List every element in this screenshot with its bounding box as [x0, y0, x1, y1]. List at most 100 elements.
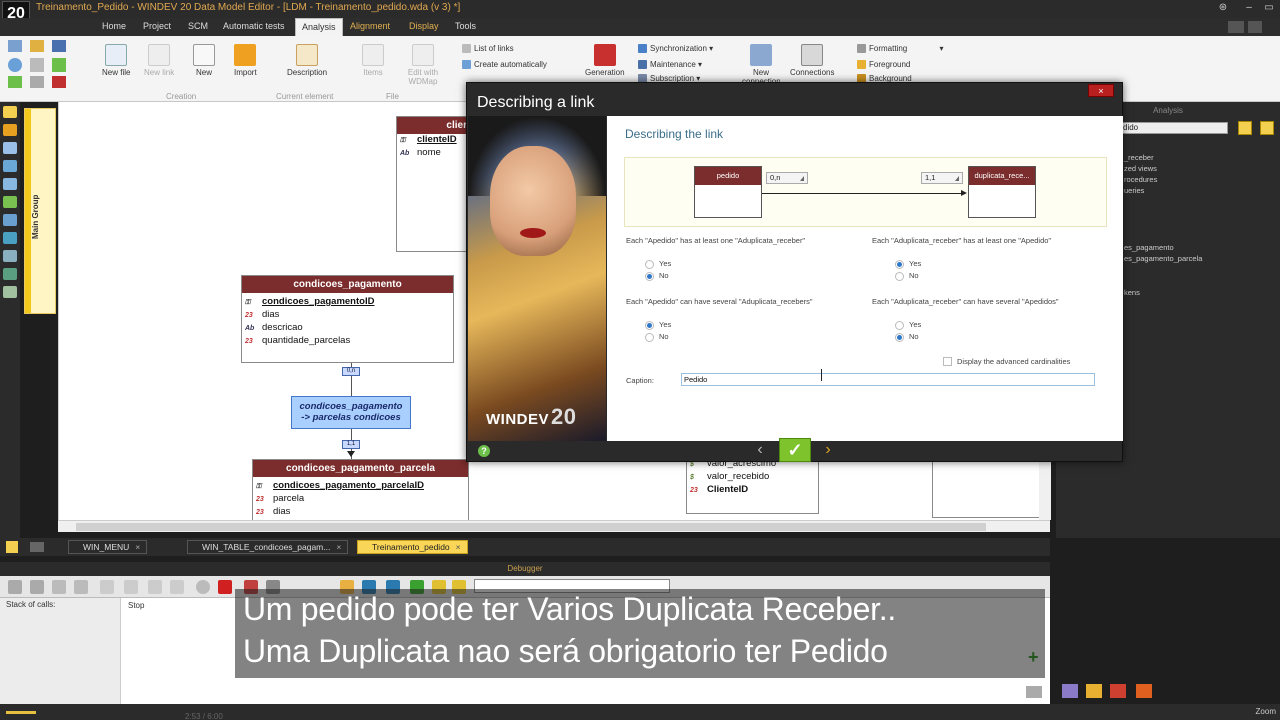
debug-kill-icon[interactable] [218, 580, 232, 594]
panel-action-icon-2[interactable] [1260, 121, 1274, 135]
trigger-tool-icon[interactable] [3, 232, 17, 244]
main-group-tab[interactable]: Main Group [24, 108, 56, 314]
connection-tool-icon[interactable] [3, 214, 17, 226]
menu-scm[interactable]: SCM [188, 21, 208, 31]
panel-tool-icon-3[interactable] [1110, 684, 1126, 698]
maximize-icon[interactable]: ▭ [1262, 2, 1276, 14]
q1-right-yes-radio[interactable]: Yes [895, 259, 921, 269]
items-button[interactable]: Items [362, 44, 384, 77]
shape-tool-icon[interactable] [3, 286, 17, 298]
q2-right-yes-radio[interactable]: Yes [895, 320, 921, 330]
open-icon[interactable] [30, 40, 44, 52]
new-doc-icon[interactable] [8, 40, 22, 52]
tab-win-table[interactable]: WIN_TABLE_condicoes_pagam... × [187, 540, 349, 554]
field-condicoes-pagamentoid[interactable]: ⚿ condicoes_pagamentoID [242, 296, 453, 309]
panel-item[interactable]: kens [1124, 288, 1140, 297]
q1-left-yes-radio[interactable]: Yes [645, 259, 671, 269]
panel-item[interactable]: es_pagamento_parcela [1124, 254, 1202, 263]
view-tool-icon[interactable] [3, 178, 17, 190]
menu-home[interactable]: Home [102, 21, 126, 31]
debug-stop-icon[interactable] [52, 580, 66, 594]
q1-left-no-radio[interactable]: No [645, 271, 669, 281]
list-of-links-button[interactable]: List of links [462, 44, 514, 54]
menu-automatic-tests[interactable]: Automatic tests [223, 21, 285, 31]
table-tool-icon[interactable] [3, 142, 17, 154]
cardinality-top[interactable]: 0,n [342, 367, 360, 376]
horizontal-scrollbar[interactable] [58, 520, 1050, 532]
scrollbar-thumb[interactable] [76, 523, 986, 531]
debug-step-icon[interactable] [30, 580, 44, 594]
q2-left-no-radio[interactable]: No [645, 332, 669, 342]
watch-icon[interactable] [1026, 686, 1042, 698]
help-icon[interactable]: ⊛ [1216, 2, 1230, 14]
menu-tools[interactable]: Tools [455, 21, 476, 31]
new-link-button[interactable]: New link [144, 44, 174, 77]
panel-tool-icon[interactable] [1062, 684, 1078, 698]
analysis-select[interactable]: dido [1120, 122, 1228, 134]
field-quantidade-parcelas[interactable]: 23 quantidade_parcelas [242, 335, 453, 348]
menu-alignment[interactable]: Alignment [350, 21, 390, 31]
debug-breakpoint-icon[interactable] [196, 580, 210, 594]
preview-card-right[interactable]: 1,1 [921, 172, 963, 184]
field-clienteid-fk[interactable]: 23 ClienteID [687, 484, 818, 497]
q1-right-no-radio[interactable]: No [895, 271, 919, 281]
panel-item[interactable]: rocedures [1124, 175, 1157, 184]
field-clienteid[interactable]: ⚿ clienteID [397, 134, 475, 147]
search-icon[interactable] [1228, 21, 1244, 33]
query-tool-icon[interactable] [3, 160, 17, 172]
caption-input[interactable] [681, 373, 1095, 386]
field-descricao[interactable]: Ab descricao [242, 322, 453, 335]
zoom-label[interactable]: Zoom [1256, 707, 1276, 716]
field-condicoes-pagamento-parcelaid[interactable]: ⚿ condicoes_pagamento_parcelaID [253, 480, 468, 493]
panel-item[interactable]: _receber [1124, 153, 1154, 162]
debug-into-icon[interactable] [100, 580, 114, 594]
panel-item[interactable]: ueries [1124, 186, 1144, 195]
synchronization-button[interactable]: Synchronization ▾ [638, 44, 713, 54]
new-button[interactable]: New [193, 44, 215, 77]
redo-icon[interactable] [30, 76, 44, 88]
field-dias[interactable]: 23 dias [242, 309, 453, 322]
close-icon[interactable]: × [135, 542, 140, 552]
vertical-scrollbar[interactable] [1039, 462, 1051, 520]
tab-win-menu[interactable]: WIN_MENU × [68, 540, 148, 554]
field-parcela[interactable]: 23 parcela [253, 493, 468, 506]
field-nome[interactable]: Ab nome [397, 147, 475, 160]
relation-condicoes-parcelas[interactable]: condicoes_pagamento -> parcelas condicoe… [291, 396, 411, 429]
advanced-cardinalities-checkbox[interactable]: Display the advanced cardinalities [943, 357, 1070, 366]
table-condicoes-pagamento-parcela[interactable]: condicoes_pagamento_parcela ⚿ condicoes_… [252, 459, 469, 521]
table-condicoes-pagamento[interactable]: condicoes_pagamento ⚿ condicoes_pagament… [241, 275, 454, 363]
help-button[interactable]: ? [478, 445, 490, 457]
debug-cursor-icon[interactable] [170, 580, 184, 594]
panel-item[interactable]: es_pagamento [1124, 243, 1174, 252]
menu-project[interactable]: Project [143, 21, 171, 31]
panel-item[interactable]: zed views [1124, 164, 1157, 173]
field-valor-recebido[interactable]: $ valor_recebido [687, 471, 818, 484]
close-icon[interactable]: × [336, 542, 341, 552]
debug-over-icon[interactable] [124, 580, 138, 594]
connections-button[interactable]: Connections [790, 44, 834, 77]
cardinality-bottom[interactable]: 1,1 [342, 440, 360, 449]
table-cliente[interactable]: clier ⚿ clienteID Ab nome [396, 116, 476, 252]
q2-right-no-radio[interactable]: No [895, 332, 919, 342]
select-icon[interactable] [8, 58, 22, 72]
field-parcela-dias[interactable]: 23 dias [253, 506, 468, 519]
tab-scroll-icon[interactable] [30, 542, 44, 552]
debug-pause-icon[interactable] [74, 580, 88, 594]
group-tool-icon[interactable] [3, 250, 17, 262]
foreground-button[interactable]: Foreground [857, 60, 910, 70]
formatting-button[interactable]: Formatting ▾ [857, 44, 943, 54]
new-file-button[interactable]: New file [102, 44, 130, 77]
ok-button[interactable]: ✓ [779, 438, 811, 462]
minimize-icon[interactable]: – [1242, 2, 1256, 14]
procedure-tool-icon[interactable] [3, 196, 17, 208]
generation-button[interactable]: Generation [585, 44, 625, 77]
preview-card-left[interactable]: 0,n [766, 172, 808, 184]
project-icon[interactable] [6, 541, 18, 553]
tab-treinamento-pedido[interactable]: Treinamento_pedido × [357, 540, 468, 554]
table-hidden[interactable] [932, 462, 1042, 518]
menu-display[interactable]: Display [409, 21, 439, 31]
close-icon[interactable]: × [456, 542, 461, 552]
create-automatically-button[interactable]: Create automatically [462, 60, 547, 70]
structure-icon[interactable] [52, 76, 66, 88]
close-button[interactable]: × [1088, 84, 1114, 97]
